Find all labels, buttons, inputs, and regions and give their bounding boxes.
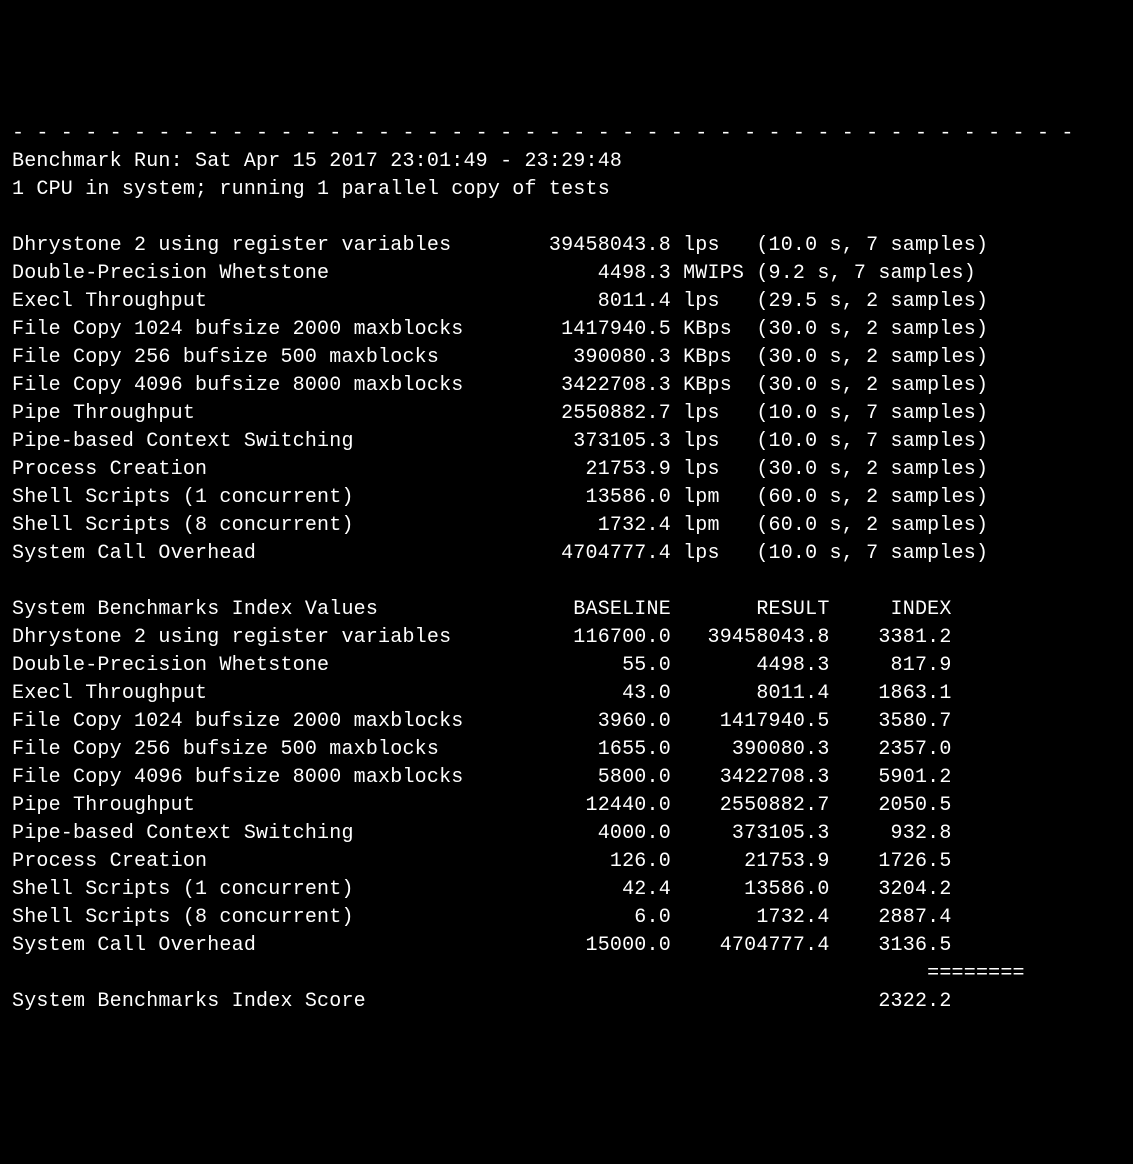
output-line: Double-Precision Whetstone 4498.3 MWIPS … <box>12 260 1121 288</box>
output-line <box>12 568 1121 596</box>
output-line: System Call Overhead 15000.0 4704777.4 3… <box>12 932 1121 960</box>
output-line: Pipe-based Context Switching 4000.0 3731… <box>12 820 1121 848</box>
output-line: Benchmark Run: Sat Apr 15 2017 23:01:49 … <box>12 148 1121 176</box>
output-line <box>12 204 1121 232</box>
output-line: Process Creation 21753.9 lps (30.0 s, 2 … <box>12 456 1121 484</box>
output-line: - - - - - - - - - - - - - - - - - - - - … <box>12 120 1121 148</box>
output-line: Process Creation 126.0 21753.9 1726.5 <box>12 848 1121 876</box>
output-line: 1 CPU in system; running 1 parallel copy… <box>12 176 1121 204</box>
output-line: ======== <box>12 960 1121 988</box>
output-line: System Benchmarks Index Values BASELINE … <box>12 596 1121 624</box>
output-line: File Copy 256 bufsize 500 maxblocks 1655… <box>12 736 1121 764</box>
terminal-output: - - - - - - - - - - - - - - - - - - - - … <box>12 120 1121 1016</box>
output-line: Dhrystone 2 using register variables 394… <box>12 232 1121 260</box>
output-line: File Copy 4096 bufsize 8000 maxblocks 34… <box>12 372 1121 400</box>
output-line: System Benchmarks Index Score 2322.2 <box>12 988 1121 1016</box>
output-line: File Copy 1024 bufsize 2000 maxblocks 14… <box>12 316 1121 344</box>
output-line: Shell Scripts (8 concurrent) 6.0 1732.4 … <box>12 904 1121 932</box>
output-line: Dhrystone 2 using register variables 116… <box>12 624 1121 652</box>
output-line: File Copy 1024 bufsize 2000 maxblocks 39… <box>12 708 1121 736</box>
output-line: Pipe Throughput 12440.0 2550882.7 2050.5 <box>12 792 1121 820</box>
output-line: File Copy 256 bufsize 500 maxblocks 3900… <box>12 344 1121 372</box>
output-line: Double-Precision Whetstone 55.0 4498.3 8… <box>12 652 1121 680</box>
output-line: Shell Scripts (8 concurrent) 1732.4 lpm … <box>12 512 1121 540</box>
output-line: Pipe-based Context Switching 373105.3 lp… <box>12 428 1121 456</box>
output-line: Shell Scripts (1 concurrent) 42.4 13586.… <box>12 876 1121 904</box>
output-line: Shell Scripts (1 concurrent) 13586.0 lpm… <box>12 484 1121 512</box>
output-line: File Copy 4096 bufsize 8000 maxblocks 58… <box>12 764 1121 792</box>
output-line: Pipe Throughput 2550882.7 lps (10.0 s, 7… <box>12 400 1121 428</box>
output-line: Execl Throughput 8011.4 lps (29.5 s, 2 s… <box>12 288 1121 316</box>
output-line: System Call Overhead 4704777.4 lps (10.0… <box>12 540 1121 568</box>
output-line: Execl Throughput 43.0 8011.4 1863.1 <box>12 680 1121 708</box>
